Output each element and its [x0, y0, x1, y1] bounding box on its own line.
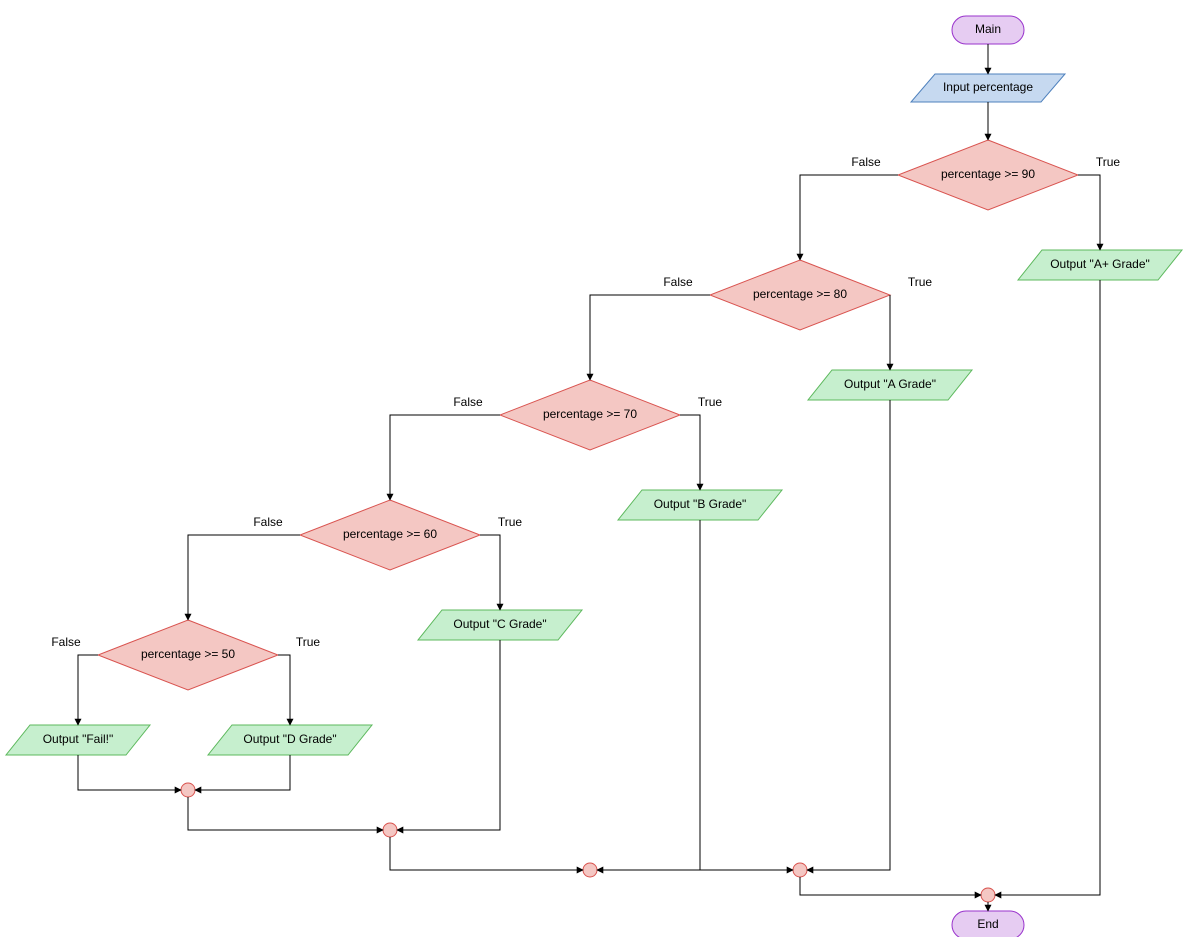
edge-m80-m90 — [800, 877, 981, 895]
edge-true-label: True — [908, 275, 933, 289]
merge-60 — [383, 823, 397, 837]
io-output-b-label: Output "B Grade" — [654, 497, 747, 511]
edge-false-800 — [800, 175, 898, 260]
edge-c-m60 — [397, 640, 500, 830]
merge-90 — [981, 888, 995, 902]
flowchart-canvas: Main Input percentage percentage >= 90 perc… — [0, 0, 1185, 937]
edge-false-590 — [590, 295, 710, 380]
io-output-a-label: Output "A Grade" — [844, 377, 936, 391]
edge-d-m50 — [195, 755, 290, 790]
edge-m50-m60 — [188, 797, 383, 830]
edge-true-1100 — [1078, 175, 1100, 250]
edge-false-390 — [390, 415, 500, 500]
decision-ge-70-label: percentage >= 70 — [543, 407, 637, 421]
edge-true-label: True — [1096, 155, 1121, 169]
decision-ge-90-label: percentage >= 90 — [941, 167, 1035, 181]
terminator-end-label: End — [977, 917, 998, 931]
edge-false-fail — [78, 655, 98, 725]
edge-true-290 — [278, 655, 290, 725]
merge-80 — [793, 863, 807, 877]
terminator-main-label: Main — [975, 22, 1001, 36]
edge-false-188 — [188, 535, 300, 620]
edge-false-fail-label: False — [51, 635, 81, 649]
edge-false-label: False — [851, 155, 881, 169]
edge-false-label: False — [663, 275, 693, 289]
edge-a-m80 — [807, 400, 890, 870]
edge-fail-m50 — [78, 755, 181, 790]
decision-ge-50-label: percentage >= 50 — [141, 647, 235, 661]
decision-ge-60-label: percentage >= 60 — [343, 527, 437, 541]
edge-true-700 — [680, 415, 700, 490]
io-output-c-label: Output "C Grade" — [453, 617, 546, 631]
io-output-aplus-label: Output "A+ Grade" — [1050, 257, 1150, 271]
edge-true-label: True — [296, 635, 321, 649]
edge-false-label: False — [453, 395, 483, 409]
edge-aplus-m90 — [995, 280, 1100, 895]
io-output-d-label: Output "D Grade" — [243, 732, 336, 746]
edge-true-label: True — [698, 395, 723, 409]
edge-m60-m70 — [390, 837, 583, 870]
io-output-fail-label: Output "Fail!" — [43, 732, 114, 746]
decision-ge-80-label: percentage >= 80 — [753, 287, 847, 301]
merge-50 — [181, 783, 195, 797]
edge-b-m70 — [597, 520, 700, 870]
edge-false-label: False — [253, 515, 283, 529]
edge-true-500 — [480, 535, 500, 610]
edge-true-label: True — [498, 515, 523, 529]
merge-70 — [583, 863, 597, 877]
io-input-percentage-label: Input percentage — [943, 80, 1033, 94]
